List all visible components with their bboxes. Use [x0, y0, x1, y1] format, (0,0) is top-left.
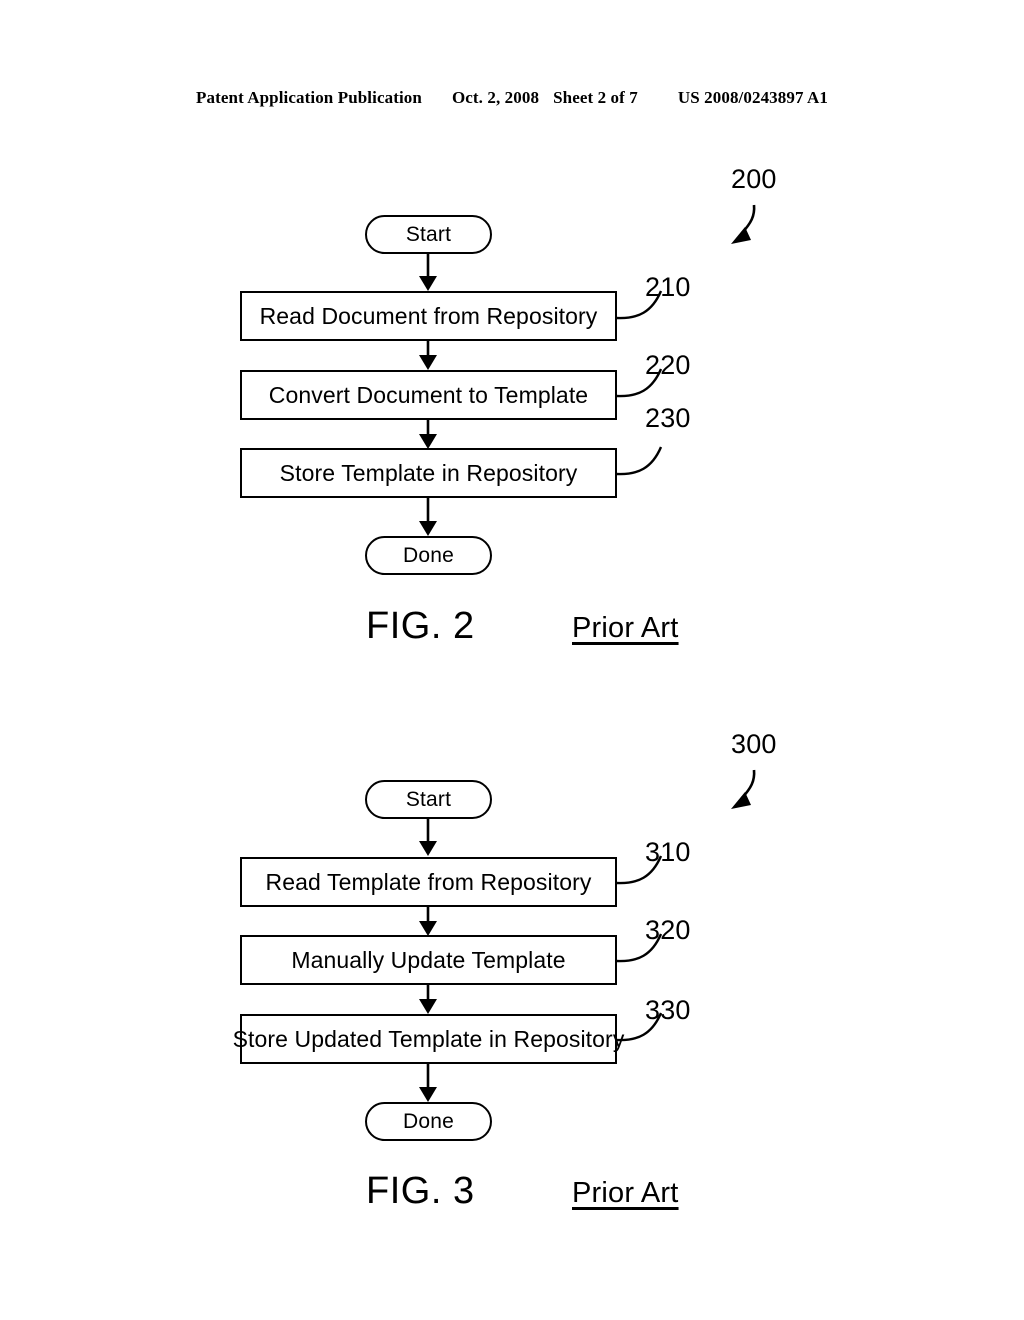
done-terminator-label-200: Done [402, 544, 454, 567]
header-publication-date: Oct. 2, 2008 [451, 88, 540, 107]
start-terminator-200: Start [365, 215, 492, 254]
figure-pointer-arrow-200 [723, 202, 769, 252]
figure-caption-200: FIG. 2 [366, 605, 475, 647]
header-publication-title: Patent Application Publication [196, 88, 422, 107]
connector-310-to-320 [415, 907, 441, 937]
connector-210-to-220 [415, 341, 441, 371]
prior-art-label-300: Prior Art [572, 1177, 679, 1209]
connector-start-to-310 [415, 819, 441, 857]
leader-line-230 [616, 434, 676, 484]
reference-number-220: 220 [645, 350, 691, 380]
done-terminator-label-300: Done [402, 1110, 454, 1133]
process-label-310: Read Template from Repository [265, 868, 592, 895]
start-terminator-label-300: Start [405, 788, 452, 811]
page-header: Patent Application Publication Oct. 2, 20… [0, 88, 1024, 108]
connector-220-to-230 [415, 420, 441, 450]
figure-reference-200: 200 [731, 164, 777, 194]
process-label-330: Store Updated Template in Repository [232, 1025, 625, 1052]
figure-pointer-arrow-300 [723, 767, 769, 817]
process-box-210: Read Document from Repository [240, 291, 617, 341]
reference-number-330: 330 [645, 995, 691, 1025]
done-terminator-300: Done [365, 1102, 492, 1141]
connector-start-to-210 [415, 254, 441, 292]
figure-reference-300: 300 [731, 729, 777, 759]
reference-number-210: 210 [645, 272, 691, 302]
connector-230-to-done [415, 498, 441, 537]
process-box-220: Convert Document to Template [240, 370, 617, 420]
process-box-310: Read Template from Repository [240, 857, 617, 907]
figure-caption-300: FIG. 3 [366, 1170, 475, 1212]
connector-330-to-done [415, 1064, 441, 1103]
reference-number-320: 320 [645, 915, 691, 945]
header-patent-number: US 2008/0243897 A1 [677, 88, 828, 107]
connector-320-to-330 [415, 985, 441, 1015]
figure-300: 300 Start Read Template from Repository … [0, 715, 1024, 1235]
process-label-320: Manually Update Template [291, 946, 566, 973]
figure-200: 200 Start Read Document from Repository … [0, 150, 1024, 670]
reference-number-310: 310 [645, 837, 691, 867]
process-label-230: Store Template in Repository [279, 459, 578, 486]
process-box-330: Store Updated Template in Repository [233, 1014, 624, 1064]
done-terminator-200: Done [365, 536, 492, 575]
start-terminator-300: Start [365, 780, 492, 819]
process-label-220: Convert Document to Template [268, 381, 589, 408]
reference-number-230: 230 [645, 403, 691, 433]
process-label-210: Read Document from Repository [259, 302, 598, 329]
process-box-320: Manually Update Template [240, 935, 617, 985]
prior-art-label-200: Prior Art [572, 612, 679, 644]
process-box-230: Store Template in Repository [240, 448, 617, 498]
start-terminator-label-200: Start [405, 223, 452, 246]
header-sheet-number: Sheet 2 of 7 [553, 88, 638, 107]
